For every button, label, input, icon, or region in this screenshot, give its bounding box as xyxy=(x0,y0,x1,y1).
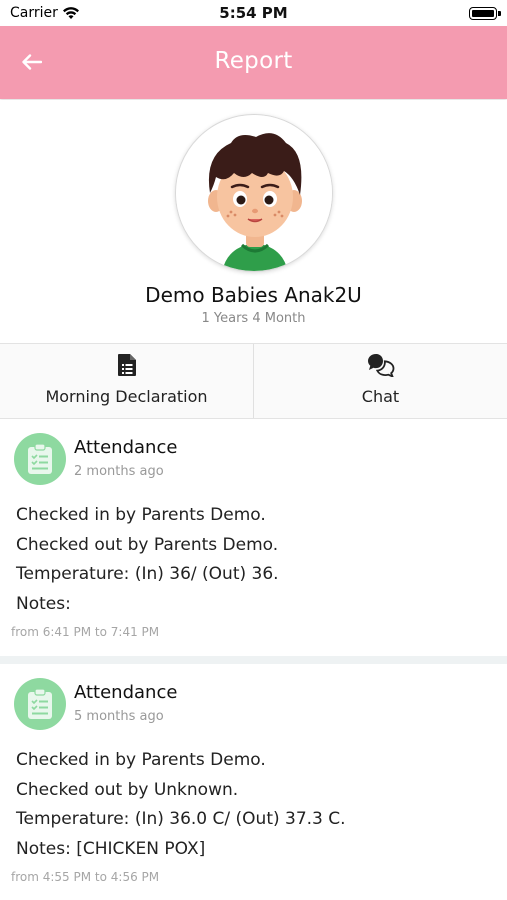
temperature-line: Temperature: (In) 36/ (Out) 36. xyxy=(16,564,279,584)
card-time-ago: 5 months ago xyxy=(74,709,164,724)
page-title: Report xyxy=(214,48,293,74)
morning-declaration-button[interactable]: Morning Declaration xyxy=(0,344,253,418)
battery-icon xyxy=(469,7,501,20)
card-time-range: from 4:55 PM to 4:56 PM xyxy=(11,870,160,884)
clipboard-icon xyxy=(14,678,66,730)
temperature-line: Temperature: (In) 36.0 C/ (Out) 37.3 C. xyxy=(16,809,346,829)
chat-button[interactable]: Chat xyxy=(253,344,507,418)
card-time-ago: 2 months ago xyxy=(74,464,164,479)
attendance-card[interactable]: Attendance 5 months ago Checked in by Pa… xyxy=(0,656,507,900)
document-icon xyxy=(117,352,137,378)
card-time-range: from 6:41 PM to 7:41 PM xyxy=(11,625,160,639)
status-bar: Carrier 5:54 PM xyxy=(0,0,507,26)
child-profile: Demo Babies Anak2U 1 Years 4 Month xyxy=(0,100,507,343)
morning-declaration-label: Morning Declaration xyxy=(45,387,208,406)
action-bar: Morning Declaration Chat xyxy=(0,343,507,419)
check-out-line: Checked out by Parents Demo. xyxy=(16,534,279,555)
clock: 5:54 PM xyxy=(219,4,288,22)
report-feed: Attendance 2 months ago Checked in by Pa… xyxy=(0,419,507,900)
check-out-line: Checked out by Unknown. xyxy=(16,779,239,800)
clipboard-icon xyxy=(14,433,66,485)
avatar[interactable] xyxy=(175,114,333,272)
card-title: Attendance xyxy=(74,682,178,703)
chat-label: Chat xyxy=(361,387,400,406)
card-title: Attendance xyxy=(74,437,178,458)
check-in-line: Checked in by Parents Demo. xyxy=(16,505,266,525)
card-body: Checked in by Parents Demo. Checked out … xyxy=(16,501,279,619)
attendance-card[interactable]: Attendance 2 months ago Checked in by Pa… xyxy=(0,419,507,656)
child-age: 1 Years 4 Month xyxy=(201,311,306,326)
check-in-line: Checked in by Parents Demo. xyxy=(16,750,266,770)
app-header: Report xyxy=(0,26,507,99)
notes-line: Notes: xyxy=(16,593,71,614)
child-name: Demo Babies Anak2U xyxy=(145,283,362,307)
notes-line: Notes: [CHICKEN POX] xyxy=(16,838,206,859)
card-body: Checked in by Parents Demo. Checked out … xyxy=(16,746,346,864)
chat-icon xyxy=(367,352,395,378)
